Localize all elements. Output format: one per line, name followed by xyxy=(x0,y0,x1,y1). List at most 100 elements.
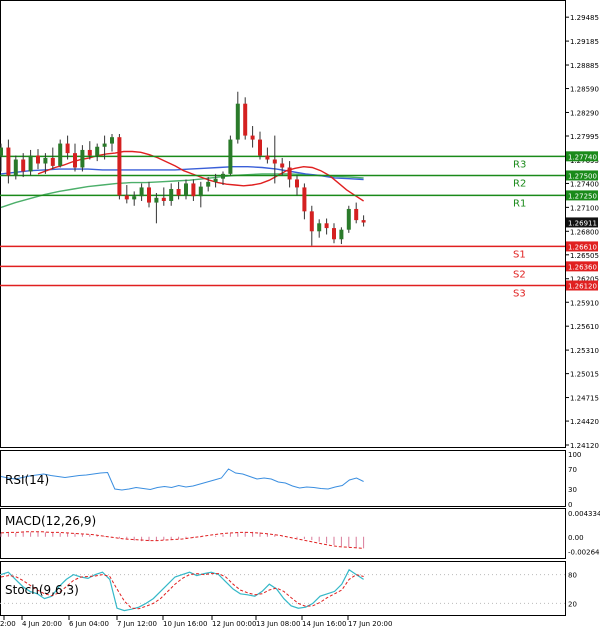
candle-body xyxy=(21,159,26,172)
time-tick-label: 14 Jun 16:00 xyxy=(302,620,346,628)
candle-body xyxy=(221,173,225,179)
price-tick-label: 1.29485 xyxy=(570,14,599,22)
candle-body xyxy=(169,189,174,201)
candle-body xyxy=(250,135,255,140)
level-tag-s1: 1.26610 xyxy=(568,243,597,251)
candle-body xyxy=(206,181,211,187)
candle-body xyxy=(184,183,188,196)
level-tag-r1: 1.27250 xyxy=(568,192,597,200)
candle-body xyxy=(213,178,218,182)
candle-body xyxy=(43,157,48,164)
candle-body xyxy=(258,139,262,156)
candle-body xyxy=(295,179,299,188)
time-tick-label: 7 Jun 12:00 xyxy=(117,620,157,628)
candle-body xyxy=(6,147,11,176)
price-panel[interactable]: 1.29485 1.29185 1.28885 1.28590 1.28290 1.279… xyxy=(0,0,599,451)
candle-body xyxy=(198,186,203,197)
price-panel-frame xyxy=(0,0,566,448)
level-label-r1: R1 xyxy=(513,198,526,209)
candle-body xyxy=(117,137,122,196)
candle-body xyxy=(147,187,151,203)
candle-body xyxy=(346,208,351,230)
macd-tick-label: -0.002642 xyxy=(568,548,600,556)
candle-body xyxy=(13,159,18,176)
stoch-panel[interactable]: 80 20 Stoch(9,6,3) xyxy=(0,561,577,616)
level-tag-s3: 1.26120 xyxy=(568,283,597,291)
level-label-s3: S3 xyxy=(513,289,526,300)
current-price-tag: 1.26911 xyxy=(566,217,598,228)
price-tick-label: 1.28885 xyxy=(570,62,599,70)
macd-axis: 0.004334 0.00 -0.002642 xyxy=(568,510,600,556)
candle-body xyxy=(302,187,307,212)
candle-body xyxy=(0,147,3,156)
candle-body xyxy=(139,187,144,197)
current-price-value: 1.26911 xyxy=(568,219,597,227)
price-tick-label: 1.27100 xyxy=(570,204,599,212)
price-tick-label: 1.28290 xyxy=(570,109,599,117)
candle-body xyxy=(65,143,70,154)
price-tick-label: 1.27995 xyxy=(570,133,599,141)
rsi-tick-label: 100 xyxy=(568,451,581,459)
rsi-panel-frame xyxy=(0,450,566,507)
macd-panel[interactable]: 0.004334 0.00 -0.002642 MACD(12,26,9) xyxy=(0,508,600,559)
price-tick-label: 1.25015 xyxy=(570,371,599,379)
rsi-tick-label: 30 xyxy=(568,486,577,494)
candle-body xyxy=(228,139,233,174)
price-tick-label: 1.28590 xyxy=(570,86,599,94)
price-tick-label: 1.26800 xyxy=(570,228,599,236)
price-tick-label: 1.25910 xyxy=(570,299,599,307)
stoch-tick-label: 80 xyxy=(568,572,577,580)
candle-body xyxy=(287,167,292,180)
candle-body xyxy=(36,155,40,164)
candle-body xyxy=(154,197,159,203)
candle-body xyxy=(191,183,196,197)
candle-body xyxy=(354,208,359,221)
macd-label: MACD(12,26,9) xyxy=(5,514,96,528)
level-tag-r3: 1.27740 xyxy=(568,153,597,161)
candle-body xyxy=(124,195,129,200)
time-tick-label: 13 Jun 08:00 xyxy=(256,620,300,628)
level-label-r3: R3 xyxy=(513,159,526,170)
time-tick-label: 4 Jun 20:00 xyxy=(22,620,62,628)
rsi-tick-label: 70 xyxy=(568,466,577,474)
rsi-axis: 100 70 30 0 xyxy=(568,451,581,509)
time-tick-label: 10 Jun 16:00 xyxy=(163,620,207,628)
candle-body xyxy=(324,223,329,229)
candle-body xyxy=(317,223,322,232)
candle-body xyxy=(243,103,248,136)
candle-body xyxy=(176,189,181,196)
price-tick-label: 1.24420 xyxy=(570,418,599,426)
price-tick-label: 1.24120 xyxy=(570,442,599,450)
level-label-s2: S2 xyxy=(513,269,526,280)
candle-body xyxy=(58,143,63,166)
candle-body xyxy=(73,153,77,168)
forex-chart[interactable]: 1.29485 1.29185 1.28885 1.28590 1.28290 1.279… xyxy=(0,0,600,630)
price-tick-label: 1.25310 xyxy=(570,347,599,355)
candle-body xyxy=(95,146,100,156)
rsi-tick-label: 0 xyxy=(568,501,572,509)
level-tag-r2: 1.27500 xyxy=(568,172,597,180)
candle-body xyxy=(102,143,107,147)
time-tick-label: 2:00 xyxy=(0,620,16,628)
price-tick-label: 1.26505 xyxy=(570,252,599,260)
level-tag-s2: 1.26360 xyxy=(568,263,597,271)
candle-body xyxy=(28,155,33,172)
time-tick-label: 12 Jun 00:00 xyxy=(212,620,256,628)
candle-body xyxy=(235,103,240,140)
time-tick-label: 6 Jun 04:00 xyxy=(69,620,109,628)
candle-body xyxy=(161,197,166,201)
rsi-label: RSI(14) xyxy=(5,473,49,487)
level-label-s1: S1 xyxy=(513,249,526,260)
macd-tick-label: 0.00 xyxy=(568,534,584,542)
candle-body xyxy=(280,163,285,168)
price-tick-label: 1.24715 xyxy=(570,395,599,403)
time-axis: 2:00 4 Jun 20:00 6 Jun 04:00 7 Jun 12:00 10 … xyxy=(0,616,392,628)
candle-body xyxy=(272,159,277,164)
price-tick-label: 1.25610 xyxy=(570,323,599,331)
time-tick-label: 17 Jun 20:00 xyxy=(348,620,392,628)
rsi-panel[interactable]: 100 70 30 0 RSI(14) xyxy=(0,450,582,510)
macd-tick-label: 0.004334 xyxy=(568,510,600,518)
candle-body xyxy=(339,229,344,240)
candle-body xyxy=(50,157,55,166)
candle-body xyxy=(265,155,270,160)
